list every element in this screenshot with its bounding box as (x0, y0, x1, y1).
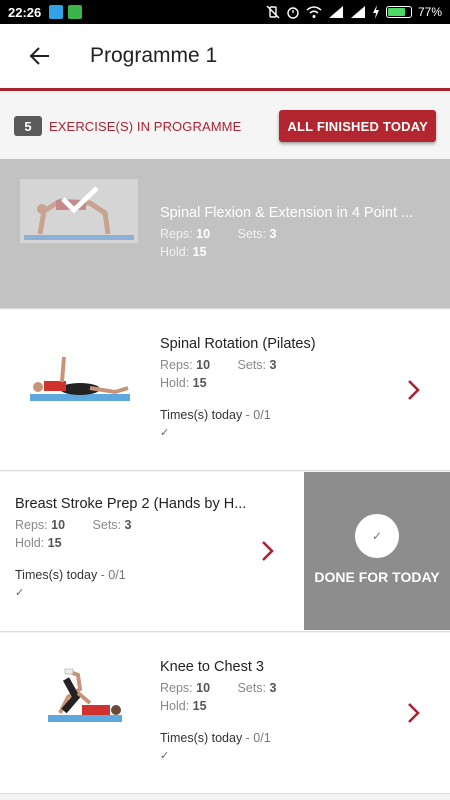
sets-value: 3 (124, 518, 132, 532)
times-today-value: - 0/1 (97, 568, 126, 582)
times-today-label: Times(s) today (160, 408, 243, 422)
done-for-today-button[interactable]: ✓ DONE FOR TODAY (304, 472, 450, 630)
battery-icon (385, 6, 412, 18)
hold-label: Hold: (15, 536, 45, 550)
sets-value: 3 (269, 681, 277, 695)
sets-label: Sets: (92, 518, 122, 532)
back-button[interactable] (20, 36, 60, 76)
sets-label: Sets: (237, 358, 267, 372)
exercise-name: Knee to Chest 3 (160, 659, 264, 675)
alarm-icon (287, 7, 299, 19)
app-bar: Programme 1 (0, 24, 450, 91)
times-today: Times(s) today - 0/1 (160, 731, 276, 745)
exercise-reps-sets: Reps: 10 Sets: 3 (160, 681, 276, 695)
times-today-label: Times(s) today (160, 731, 243, 745)
exercise-item[interactable]: Knee to Chest 3 Reps: 10 Sets: 3 Hold: 1… (0, 633, 450, 794)
chevron-right-icon[interactable] (260, 540, 276, 562)
times-today: Times(s) today - 0/1 (160, 408, 316, 422)
exercise-thumbnail (30, 356, 130, 401)
programme-label: EXERCISE(S) IN PROGRAMME (49, 118, 242, 134)
charging-icon (372, 5, 379, 19)
hold-label: Hold: (160, 699, 190, 713)
all-finished-today-button[interactable]: ALL FINISHED TODAY (279, 110, 436, 142)
hold-value: 15 (192, 245, 207, 259)
vibrate-off-icon (266, 5, 280, 19)
completed-check-icon (61, 186, 99, 213)
reps-value: 10 (51, 518, 66, 532)
wifi-icon (306, 6, 322, 18)
hold-label: Hold: (160, 245, 190, 259)
play-store-icon (49, 5, 64, 19)
exercise-name: Spinal Flexion & Extension in 4 Point ..… (160, 205, 414, 221)
check-icon: ✓ (15, 587, 25, 599)
exercise-thumbnail (48, 668, 122, 722)
sets-value: 3 (269, 358, 277, 372)
times-today-value: - 0/1 (242, 408, 271, 422)
reps-value: 10 (196, 681, 211, 695)
hold-value: 15 (47, 536, 62, 550)
reps-label: Reps: (160, 681, 193, 695)
programme-header: 5 EXERCISE(S) IN PROGRAMME ALL FINISHED … (0, 94, 450, 158)
times-today: Times(s) today - 0/1 (15, 568, 246, 582)
reps-label: Reps: (160, 227, 193, 241)
sets-label: Sets: (237, 681, 267, 695)
exercise-reps-sets: Reps: 10 Sets: 3 (160, 227, 413, 241)
status-bar: 22:26 77% (0, 0, 450, 24)
exercise-count-badge: 5 (14, 116, 42, 136)
signal-icon (328, 6, 343, 18)
battery-percent: 77% (417, 5, 442, 19)
reps-label: Reps: (160, 358, 193, 372)
times-today-label: Times(s) today (15, 568, 98, 582)
arrow-back-icon (29, 47, 49, 65)
exercise-item[interactable]: Breast Stroke Prep 2 (Hands by H... Reps… (0, 472, 450, 632)
exercise-reps-sets: Reps: 10 Sets: 3 (15, 518, 246, 532)
signal-2-icon (350, 6, 365, 18)
sets-value: 3 (269, 227, 277, 241)
exercise-hold: Hold: 15 (160, 376, 316, 390)
hold-value: 15 (192, 376, 207, 390)
hold-label: Hold: (160, 376, 190, 390)
exercise-name: Spinal Rotation (Pilates) (160, 336, 316, 352)
exercise-item[interactable]: Spinal Flexion & Extension in 4 Point ..… (0, 159, 450, 309)
sets-label: Sets: (237, 227, 267, 241)
check-icon: ✓ (160, 750, 170, 762)
android-app-icon (68, 5, 83, 19)
exercise-hold: Hold: 15 (15, 536, 246, 550)
exercise-hold: Hold: 15 (160, 699, 276, 713)
done-check-icon: ✓ (355, 514, 399, 558)
exercise-name: Breast Stroke Prep 2 (Hands by H... (15, 496, 247, 512)
reps-value: 10 (196, 227, 211, 241)
reps-label: Reps: (15, 518, 48, 532)
chevron-right-icon[interactable] (406, 702, 422, 724)
hold-value: 15 (192, 699, 207, 713)
times-today-value: - 0/1 (242, 731, 271, 745)
exercise-hold: Hold: 15 (160, 245, 413, 259)
chevron-right-icon[interactable] (406, 379, 422, 401)
exercise-item[interactable]: Spinal Rotation (Pilates) Reps: 10 Sets:… (0, 310, 450, 471)
status-time: 22:26 (8, 4, 42, 20)
check-icon: ✓ (160, 427, 170, 439)
page-title: Programme 1 (90, 44, 218, 67)
done-for-today-label: DONE FOR TODAY (314, 569, 440, 585)
reps-value: 10 (196, 358, 211, 372)
battery-fill (387, 8, 405, 16)
exercise-reps-sets: Reps: 10 Sets: 3 (160, 358, 316, 372)
